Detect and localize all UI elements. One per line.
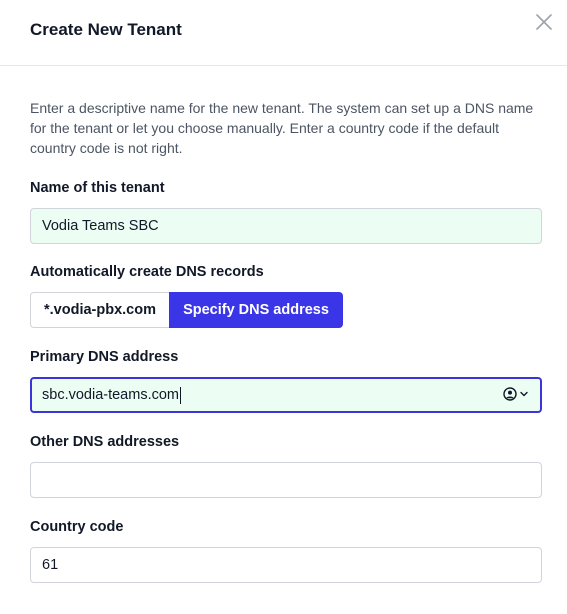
country-code-label: Country code: [30, 519, 124, 535]
user-circle-icon[interactable]: [503, 387, 517, 401]
dns-option-wildcard-button[interactable]: *.vodia-pbx.com: [30, 292, 169, 328]
tenant-name-label: Name of this tenant: [30, 180, 165, 196]
tenant-name-value: Vodia Teams SBC: [42, 218, 159, 234]
country-code-input[interactable]: 61: [30, 547, 542, 583]
dialog-header: Create New Tenant: [0, 0, 567, 66]
other-dns-input[interactable]: [30, 462, 542, 498]
primary-dns-value: sbc.vodia-teams.com: [42, 387, 179, 403]
dns-option-specify-button[interactable]: Specify DNS address: [169, 292, 343, 328]
text-caret: [180, 386, 181, 404]
dialog-description: Enter a descriptive name for the new ten…: [30, 100, 534, 156]
primary-dns-input[interactable]: sbc.vodia-teams.com: [30, 377, 542, 413]
autofill-controls[interactable]: [503, 387, 529, 401]
tenant-name-input[interactable]: Vodia Teams SBC: [30, 208, 542, 244]
dns-mode-toggle: *.vodia-pbx.com Specify DNS address: [30, 292, 343, 328]
close-icon[interactable]: [535, 13, 553, 31]
dialog-title: Create New Tenant: [30, 20, 182, 39]
chevron-down-icon[interactable]: [519, 389, 529, 399]
primary-dns-label: Primary DNS address: [30, 349, 179, 365]
other-dns-label: Other DNS addresses: [30, 434, 180, 450]
auto-dns-label: Automatically create DNS records: [30, 264, 264, 280]
country-code-value: 61: [42, 557, 59, 573]
dialog-description-container: Enter a descriptive name for the new ten…: [30, 98, 542, 158]
